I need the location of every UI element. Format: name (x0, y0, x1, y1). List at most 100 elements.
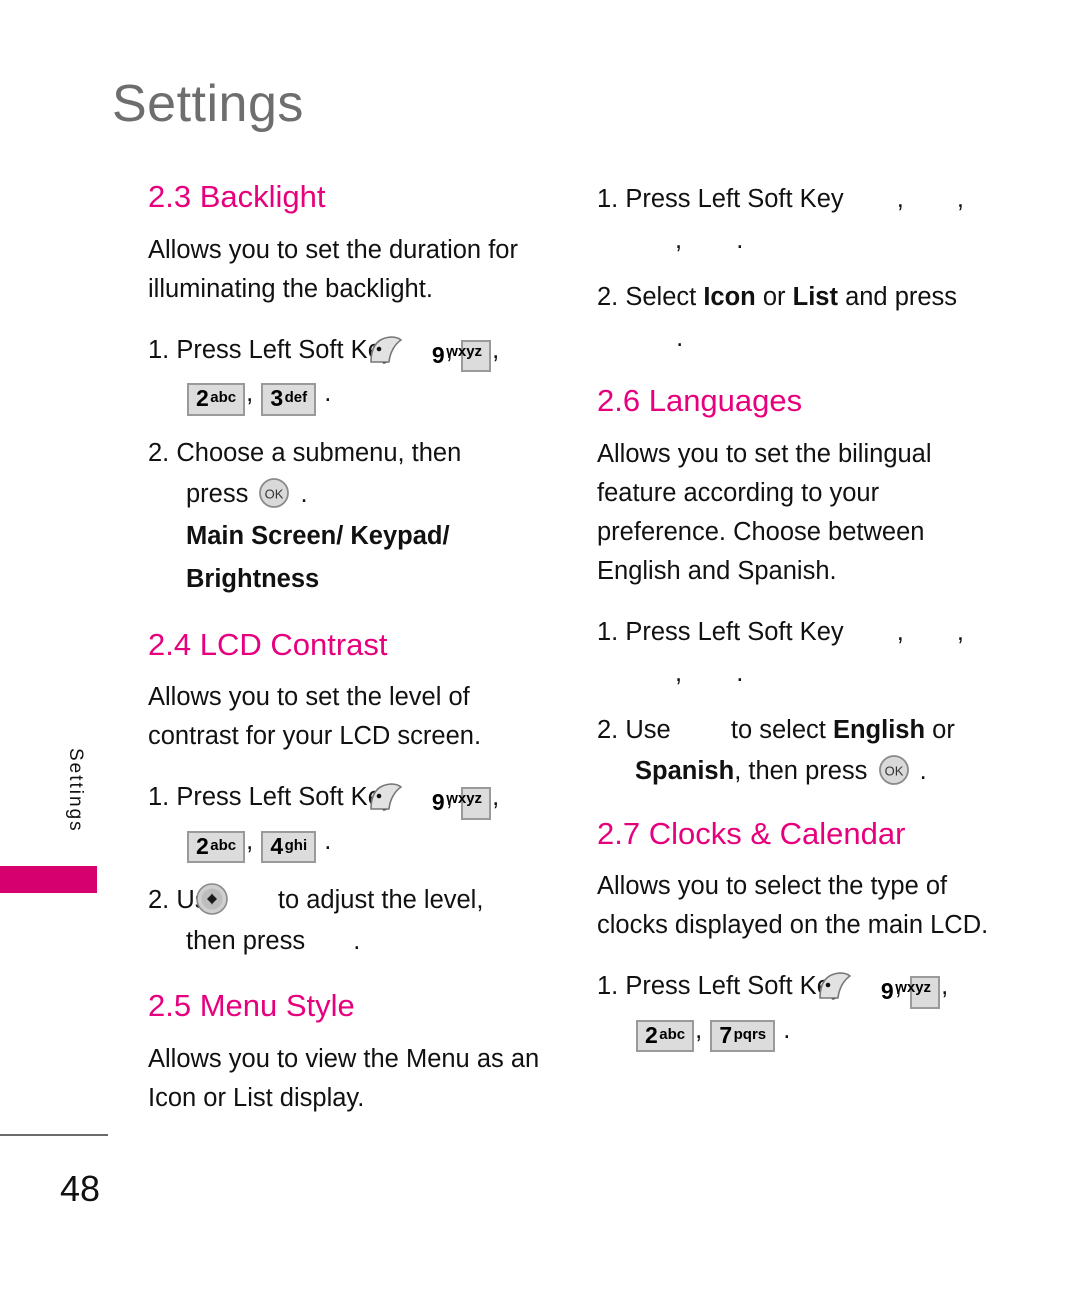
key-7-pqrs: 7 pqrs (710, 1019, 776, 1053)
languages-step-2-pre: 2. Use (597, 715, 671, 744)
backlight-step-1-cont: 2 abc, 3 def . (148, 374, 548, 416)
missing-key-2-icon (635, 680, 675, 681)
punct-period: . (300, 479, 308, 508)
menu-style-step-1: 1. Press Left Soft Key , , (597, 180, 997, 219)
languages-step-2-cont: Spanish, then press OK . (597, 752, 997, 791)
key-7-letters: pqrs (733, 1025, 767, 1043)
menu-style-option-icon: Icon (703, 283, 756, 311)
key-9-number: 9 (431, 789, 445, 816)
right-column: 1. Press Left Soft Key , , , . 2. Select… (597, 180, 997, 1070)
missing-key-9-icon (911, 639, 957, 640)
section-description-clocks-calendar: Allows you to select the type of clocks … (597, 872, 989, 940)
lcd-contrast-step-1-cont: 2 abc, 4 ghi . (148, 822, 548, 864)
key-9-number: 9 (880, 978, 894, 1005)
footer-divider (0, 1134, 108, 1136)
punct-comma: , (675, 226, 683, 254)
lcd-contrast-step-2-cont: then press . (148, 922, 548, 961)
key-2-abc: 2 abc (187, 830, 246, 864)
section-description-menu-style: Allows you to view the Menu as an Icon o… (148, 1045, 540, 1113)
punct-period: . (736, 226, 744, 254)
key-9-wxyz: 9 wxyz (432, 339, 492, 373)
backlight-step-2-cont: press OK . (148, 475, 548, 514)
punct-comma: , (941, 972, 949, 1001)
key-2-abc: 2 abc (636, 1019, 695, 1053)
key-2-letters: abc (210, 836, 237, 854)
key-2-number: 2 (196, 385, 209, 412)
punct-period: . (783, 1015, 791, 1044)
backlight-step-2: 2. Choose a submenu, then (148, 438, 462, 467)
punct-comma: , (675, 658, 683, 687)
punct-comma: , (956, 185, 964, 213)
lcd-contrast-step-1-label: 1. Press Left Soft Key (148, 783, 395, 812)
key-3-def: 3 def (261, 383, 317, 416)
left-column: 2.3 Backlight Allows you to set the dura… (148, 179, 548, 1140)
menu-style-step-2-post: and press (845, 283, 958, 311)
page-title: Settings (112, 75, 304, 133)
punct-comma: , (492, 335, 500, 364)
languages-step-2-mid: to select (730, 715, 826, 744)
clocks-calendar-step-1-cont: 2 abc, 7 pqrs . (597, 1011, 997, 1053)
ok-key-icon: OK (877, 753, 911, 787)
languages-step-2-or: or (932, 715, 955, 744)
punct-period: . (324, 826, 332, 855)
key-7-number: 7 (719, 1021, 732, 1048)
missing-ok-key-icon (312, 948, 346, 949)
menu-style-step-1-cont: , . (597, 221, 997, 260)
languages-step-1: 1. Press Left Soft Key , , (597, 613, 997, 652)
key-2-number: 2 (645, 1021, 658, 1048)
section-description-lcd-contrast: Allows you to set the level of contrast … (148, 683, 482, 751)
key-9-wxyz: 9 wxyz (432, 787, 492, 820)
navigation-left-right-icon (195, 881, 268, 917)
punct-comma: , (246, 379, 254, 408)
missing-key-2-icon (635, 247, 675, 248)
missing-left-soft-key-icon (851, 206, 897, 207)
punct-comma: , (695, 1015, 703, 1044)
key-4-ghi: 4 ghi (261, 830, 317, 864)
menu-style-step-1-label: 1. Press Left Soft Key (597, 185, 844, 213)
missing-left-soft-key-icon (851, 639, 897, 640)
page-number: 48 (60, 1168, 101, 1209)
punct-comma: , (896, 617, 904, 646)
missing-navigation-icon (678, 737, 724, 738)
menu-style-step-2-pre: 2. Select (597, 283, 697, 311)
section-heading-menu-style: 2.5 Menu Style (148, 988, 355, 1024)
languages-step-1-cont: , . (597, 654, 997, 693)
ok-key-icon: OK (257, 476, 291, 510)
side-chapter-tab: Settings (65, 748, 86, 833)
key-9-letters: wxyz (446, 790, 483, 808)
punct-period: . (353, 927, 361, 956)
menu-style-step-2-mid: or (762, 283, 786, 311)
missing-key-5-icon (689, 247, 729, 248)
lcd-contrast-step-1: 1. Press Left Soft Key , 9wxyz, (148, 778, 548, 820)
section-heading-languages: 2.6 Languages (597, 383, 803, 418)
key-4-number: 4 (270, 832, 283, 859)
clocks-calendar-step-1: 1. Press Left Soft Key , 9wxyz, (597, 967, 997, 1009)
lcd-contrast-step-2: 2. Use to adjust the level, (148, 881, 548, 920)
backlight-submenu-items-2: Brightness (186, 564, 320, 593)
backlight-step-1: 1. Press Left Soft Key , 9wxyz, (148, 331, 548, 373)
section-description-backlight: Allows you to set the duration for illum… (148, 235, 518, 303)
lcd-contrast-step-2-press: then press (186, 927, 306, 956)
clocks-calendar-step-1-label: 1. Press Left Soft Key (597, 972, 844, 1001)
section-heading-backlight: 2.3 Backlight (148, 179, 326, 214)
key-9-wxyz: 9 wxyz (881, 976, 941, 1009)
key-3-number: 3 (270, 385, 283, 412)
key-9-letters: wxyz (895, 979, 932, 997)
languages-step-2-post: , then press (734, 756, 868, 785)
lcd-contrast-step-2-mid: to adjust the level, (277, 886, 484, 915)
languages-option-spanish: Spanish (635, 756, 735, 785)
backlight-step-2-press: press (186, 479, 249, 508)
side-chapter-bar (0, 866, 97, 893)
punct-comma: , (246, 826, 254, 855)
missing-ok-key-icon (635, 345, 669, 346)
section-heading-lcd-contrast: 2.4 LCD Contrast (148, 626, 388, 662)
languages-option-english: English (832, 715, 926, 744)
key-9-letters: wxyz (446, 342, 483, 360)
punct-period: . (736, 658, 744, 687)
punct-period: . (676, 324, 684, 352)
svg-text:OK: OK (265, 486, 284, 501)
key-2-letters: abc (210, 389, 237, 407)
key-4-letters: ghi (284, 836, 308, 854)
menu-style-step-2: 2. Select Icon or List and press (597, 278, 997, 317)
missing-key-6-icon (689, 680, 729, 681)
